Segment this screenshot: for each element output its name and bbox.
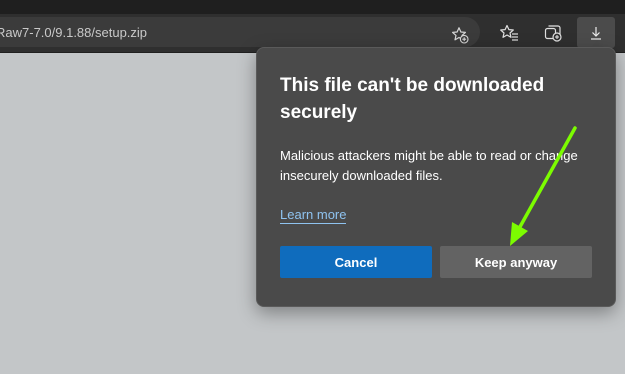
- keep-anyway-button[interactable]: Keep anyway: [440, 246, 592, 278]
- collections-icon: [543, 23, 563, 43]
- address-bar[interactable]: Raw7-7.0/9.1.88/setup.zip: [0, 17, 480, 47]
- download-icon: [588, 25, 604, 41]
- browser-window: Raw7-7.0/9.1.88/setup.zip This file can'…: [0, 0, 625, 374]
- title-strip: [0, 0, 625, 14]
- cancel-button[interactable]: Cancel: [280, 246, 432, 278]
- popup-message: Malicious attackers might be able to rea…: [280, 148, 578, 183]
- popup-title: This file can't be downloaded securely: [280, 75, 545, 123]
- favorites-icon: [499, 23, 519, 43]
- favorites-button[interactable]: [494, 18, 524, 48]
- collections-button[interactable]: [538, 18, 568, 48]
- insecure-download-popup: This file can't be downloaded securely M…: [256, 47, 616, 307]
- learn-more-link[interactable]: Learn more: [280, 207, 347, 224]
- address-url[interactable]: Raw7-7.0/9.1.88/setup.zip: [0, 25, 147, 40]
- star-add-icon[interactable]: [451, 26, 469, 44]
